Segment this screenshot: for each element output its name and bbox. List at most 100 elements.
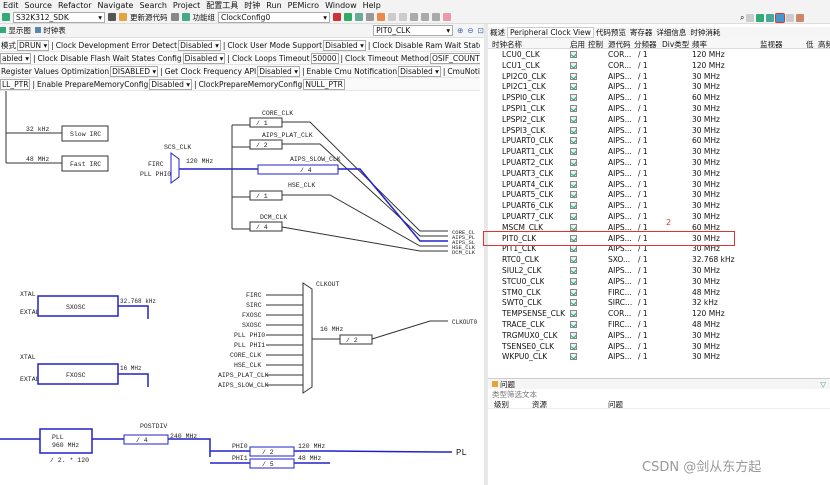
problems-filter-input[interactable]: 类型筛选文本 (488, 389, 830, 399)
chevron-down-icon[interactable] (170, 13, 179, 21)
col-control[interactable]: 控制 (588, 39, 603, 50)
col-monitor[interactable]: 监视器 (760, 39, 783, 50)
reg-opt-select[interactable]: DISABLED ▾ (110, 65, 159, 77)
settings-icon[interactable] (366, 13, 374, 21)
col-low[interactable]: 低 (806, 39, 814, 50)
get-freq-api-select[interactable]: Disabled ▾ (257, 65, 300, 77)
enable-checkbox[interactable] (570, 169, 577, 177)
home-icon[interactable] (108, 13, 116, 21)
tab-clock-consumption[interactable]: 时钟消耗 (688, 27, 722, 38)
table-row[interactable]: STCU0_CLK AIPS... / 1 30 MHz (488, 277, 830, 288)
enable-checkbox[interactable] (570, 299, 577, 307)
tab-registers[interactable]: 寄存器 (628, 27, 655, 38)
cmu-notify-select[interactable]: Disabled ▾ (398, 65, 441, 77)
prepare-mem-cfg-input[interactable]: NULL_PTR (303, 78, 345, 90)
update-code-icon[interactable] (119, 13, 127, 21)
menu-config-tools[interactable]: 配置工具 (203, 0, 241, 11)
table-row[interactable]: LPSPI3_CLK AIPS... / 1 30 MHz (488, 126, 830, 137)
enable-checkbox[interactable] (570, 223, 577, 231)
ram-wait-select[interactable]: abled ▾ (0, 52, 31, 64)
table-row[interactable]: TEMPSENSE_CLK COR... / 1 120 MHz (488, 309, 830, 320)
menu-clocks[interactable]: 时钟 (241, 0, 263, 11)
enable-checkbox[interactable] (570, 83, 577, 91)
table-row[interactable]: LPUART1_CLK AIPS... / 1 30 MHz (488, 147, 830, 158)
pin-icon[interactable] (443, 13, 451, 21)
update-code-button[interactable]: 更新源代码 (130, 12, 168, 23)
search-input[interactable]: PIT0_CLK ▾ (373, 25, 454, 36)
col-source[interactable]: 源代码 (608, 39, 631, 50)
col-divider[interactable]: 分频器 (634, 39, 657, 50)
enable-checkbox[interactable] (570, 94, 577, 102)
table-row[interactable]: SIUL2_CLK AIPS... / 1 30 MHz (488, 266, 830, 277)
enable-checkbox[interactable] (570, 288, 577, 296)
table-row[interactable]: TSENSE0_CLK AIPS... / 1 30 MHz (488, 342, 830, 353)
table-row[interactable]: LPI2C0_CLK AIPS... / 1 30 MHz (488, 72, 830, 83)
tab-details[interactable]: 详细信息 (654, 27, 688, 38)
table-row[interactable]: TRACE_CLK FIRC... / 1 48 MHz (488, 320, 830, 331)
table-row[interactable]: WKPU0_CLK AIPS... / 1 30 MHz (488, 352, 830, 363)
enable-checkbox[interactable] (570, 256, 577, 264)
zoom-out-icon[interactable]: ⊖ (467, 26, 473, 35)
enable-checkbox[interactable] (570, 148, 577, 156)
func-group-select[interactable]: ClockConfig0 ▾ (218, 11, 330, 23)
enable-checkbox[interactable] (570, 277, 577, 285)
enable-checkbox[interactable] (570, 159, 577, 166)
enable-checkbox[interactable] (570, 72, 577, 80)
tab-clock-table[interactable]: 时钟表 (34, 25, 66, 36)
forward-icon[interactable] (432, 13, 440, 21)
clocks-perspective-icon[interactable] (775, 13, 786, 23)
grid-icon[interactable] (355, 13, 363, 21)
tab-peripheral-clock-view[interactable]: Peripheral Clock View (507, 27, 594, 38)
table-row[interactable]: LPUART0_CLK AIPS... / 1 60 MHz (488, 136, 830, 147)
menu-pemicro[interactable]: PEMicro (285, 0, 322, 11)
table-row[interactable]: LPUART5_CLK AIPS... / 1 30 MHz (488, 190, 830, 201)
tools-icon[interactable] (796, 14, 805, 22)
mode-select[interactable]: DRUN ▾ (17, 39, 50, 51)
aips-slow-div[interactable] (257, 164, 339, 175)
tab-problems[interactable]: 问题 (500, 379, 515, 390)
table-row[interactable]: STM0_CLK FIRC... / 1 48 MHz (488, 288, 830, 299)
prepare-mem-select[interactable]: Disabled ▾ (149, 78, 193, 90)
enable-checkbox[interactable] (570, 202, 577, 210)
loops-timeout-input[interactable]: 50000 (310, 52, 339, 64)
user-mode-select[interactable]: Disabled ▾ (323, 39, 366, 51)
menu-source[interactable]: Source (22, 0, 55, 11)
enable-checkbox[interactable] (570, 321, 577, 328)
enable-checkbox[interactable] (570, 267, 577, 274)
pll-block[interactable] (39, 428, 93, 454)
enable-checkbox[interactable] (570, 126, 577, 134)
menu-project[interactable]: Project (170, 0, 203, 11)
table-row[interactable]: LPSPI2_CLK AIPS... / 1 30 MHz (488, 115, 830, 126)
pins-icon[interactable] (786, 14, 795, 22)
table-row[interactable]: SWT0_CLK SIRC... / 1 32 kHz (488, 298, 830, 309)
table-row[interactable]: LPUART6_CLK AIPS... / 1 30 MHz (488, 201, 830, 212)
col-enable[interactable]: 启用 (570, 39, 585, 50)
table-row[interactable]: RTC0_CLK SXO... / 1 32.768 kHz (488, 255, 830, 266)
enable-checkbox[interactable] (570, 353, 577, 361)
undo-icon[interactable] (388, 13, 396, 21)
cmu-notification-input[interactable]: LL_PTR (0, 78, 31, 90)
table-row[interactable]: LPUART2_CLK AIPS... / 1 30 MHz (488, 158, 830, 169)
col-resource[interactable]: 资源 (532, 399, 547, 410)
perspective-icon[interactable] (756, 14, 765, 22)
col-div-type[interactable]: Div类型 (662, 39, 689, 50)
table-row[interactable]: LCU1_CLK COR... / 1 120 MHz (488, 61, 830, 72)
tab-overview[interactable]: 概述 (488, 27, 507, 38)
timeout-method-select[interactable]: OSIF_COUNTER_DUMMY (429, 52, 480, 64)
menu-window[interactable]: Window (322, 0, 360, 11)
table-row[interactable]: LPUART3_CLK AIPS... / 1 30 MHz (488, 169, 830, 180)
table-row[interactable]: LPUART4_CLK AIPS... / 1 30 MHz (488, 180, 830, 191)
menu-help[interactable]: Help (360, 0, 384, 11)
table-row[interactable]: LPUART7_CLK AIPS... / 1 30 MHz (488, 212, 830, 223)
dev-error-detect-select[interactable]: Disabled ▾ (178, 39, 221, 51)
enable-checkbox[interactable] (570, 310, 577, 318)
tab-diagram[interactable]: 显示图 (0, 25, 31, 36)
enable-checkbox[interactable] (570, 245, 577, 253)
enable-checkbox[interactable] (570, 115, 577, 123)
table-row[interactable]: TRGMUX0_CLK AIPS... / 1 30 MHz (488, 331, 830, 342)
col-high[interactable]: 高频 (818, 39, 830, 50)
enable-checkbox[interactable] (570, 180, 577, 188)
enable-checkbox[interactable] (570, 105, 577, 112)
tab-code-preview[interactable]: 代码预览 (594, 27, 628, 38)
scs-mux[interactable] (170, 152, 180, 184)
